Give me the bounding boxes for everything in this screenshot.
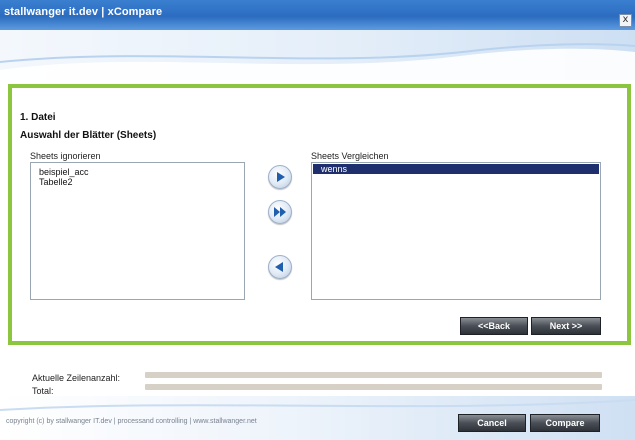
arrow-left-icon [275,262,283,272]
close-icon: x [622,14,629,25]
list-item-selected[interactable]: wenns [313,164,599,174]
back-button[interactable]: <<Back [460,317,528,335]
title-bar: stallwanger it.dev | xCompare x [0,0,635,30]
move-left-button[interactable] [268,255,292,279]
double-arrow-right-icon [274,207,286,217]
list-item[interactable]: beispiel_acc [31,167,244,177]
header-wave-decoration [0,43,635,82]
close-button[interactable]: x [619,14,632,27]
ignored-list-caption: Sheets ignorieren [30,151,101,161]
compare-button[interactable]: Compare [530,414,600,432]
compare-sheets-list[interactable]: wenns [311,162,601,300]
copyright-text: copyright (c) by stallwanger IT.dev | pr… [6,418,257,425]
window-title: stallwanger it.dev | xCompare [4,6,163,18]
step-title: 1. Datei [20,112,56,123]
compare-list-caption: Sheets Vergleichen [311,151,389,161]
arrow-right-icon [277,172,285,182]
row-count-label: Aktuelle Zeilenanzahl: [32,373,121,383]
ignored-sheets-list[interactable]: beispiel_acc Tabelle2 [30,162,245,300]
total-progress [145,384,602,390]
move-all-right-button[interactable] [268,200,292,224]
footer-wave-decoration [0,399,635,411]
total-label: Total: [32,386,54,396]
next-button[interactable]: Next >> [531,317,601,335]
move-right-button[interactable] [268,165,292,189]
cancel-button[interactable]: Cancel [458,414,526,432]
list-item[interactable]: Tabelle2 [31,177,244,187]
section-heading: Auswahl der Blätter (Sheets) [20,130,157,141]
row-count-progress [145,372,602,378]
